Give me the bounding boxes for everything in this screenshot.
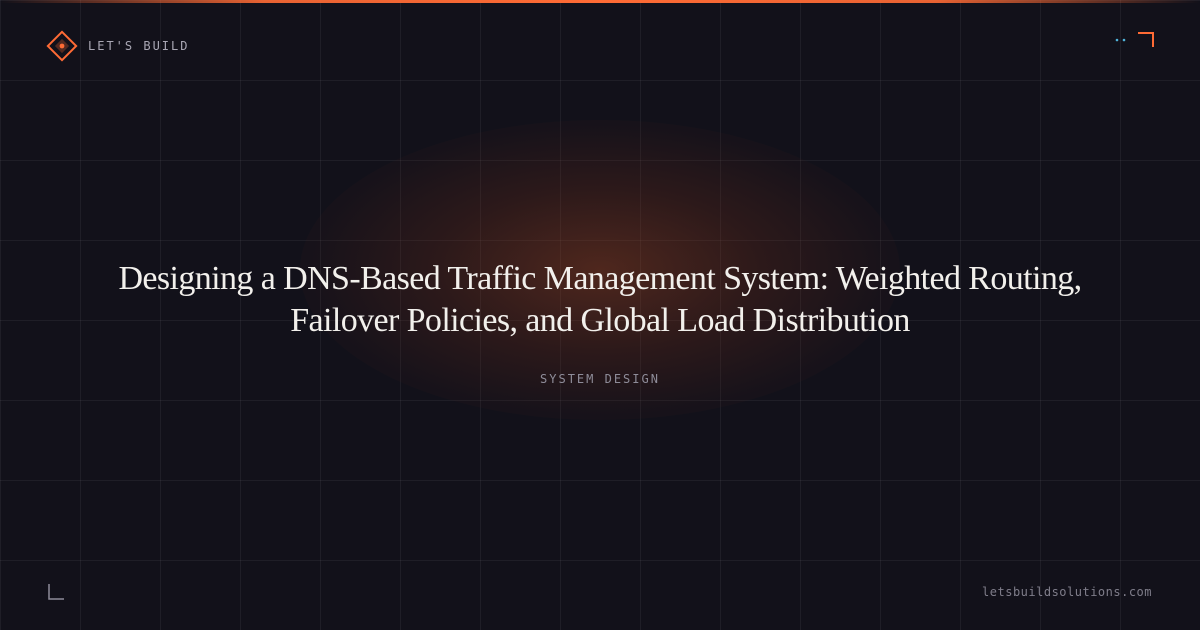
diamond-logo-icon	[46, 30, 78, 62]
headline-container: Designing a DNS-Based Traffic Management…	[100, 258, 1100, 342]
og-card: LET'S BUILD Designing a DNS-Based Traffi…	[0, 0, 1200, 630]
category-label: SYSTEM DESIGN	[540, 372, 660, 386]
site-url: letsbuildsolutions.com	[982, 585, 1152, 599]
article-title: Designing a DNS-Based Traffic Management…	[118, 260, 1082, 339]
brand-name: LET'S BUILD	[88, 39, 190, 53]
top-accent-bar	[0, 0, 1200, 3]
brand: LET'S BUILD	[46, 30, 189, 62]
corner-bracket-icon	[48, 584, 64, 600]
corner-bracket-icon	[1115, 32, 1154, 47]
